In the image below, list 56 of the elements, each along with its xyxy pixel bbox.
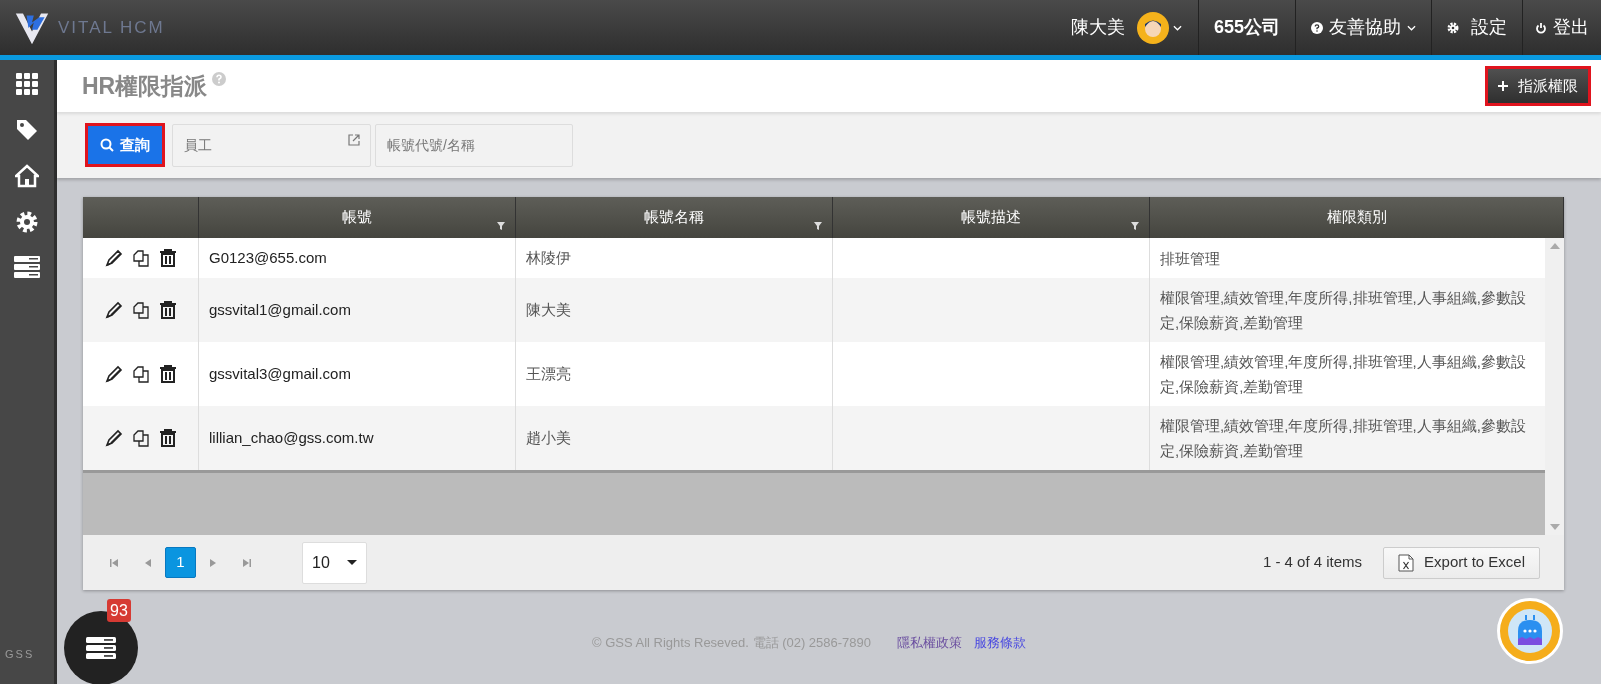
- copy-icon[interactable]: [131, 429, 150, 447]
- excel-file-icon: [1398, 553, 1415, 572]
- plus-icon: [1498, 81, 1508, 91]
- delete-icon[interactable]: [158, 249, 177, 267]
- filter-icon[interactable]: [814, 222, 822, 230]
- filter-icon[interactable]: [1131, 222, 1139, 230]
- tag-icon[interactable]: [15, 118, 39, 142]
- caret-icon[interactable]: [1172, 24, 1182, 31]
- logout-button[interactable]: 登出: [1523, 0, 1601, 55]
- edit-icon[interactable]: [104, 249, 123, 267]
- delete-icon[interactable]: [158, 365, 177, 383]
- brand-logo-text: GSS: [4, 648, 36, 660]
- table-cell-text: 權限管理,績效管理,年度所得,排班管理,人事組織,參數設定,保險薪資,差勤管理: [1159, 416, 1527, 461]
- delete-icon[interactable]: [158, 429, 177, 447]
- settings-icon[interactable]: [15, 210, 39, 234]
- table-cell-text: 排班管理: [1159, 248, 1221, 269]
- copy-icon[interactable]: [131, 301, 150, 319]
- account-field[interactable]: 帳號代號/名稱: [375, 123, 573, 167]
- copy-icon[interactable]: [131, 249, 150, 267]
- robot-icon: [1508, 609, 1552, 653]
- server-list-icon[interactable]: [14, 256, 40, 278]
- server-list-icon: [86, 637, 116, 659]
- avatar-icon[interactable]: [1136, 11, 1169, 44]
- copy-icon[interactable]: [131, 365, 150, 383]
- last-page-icon: [243, 558, 251, 567]
- footer-link[interactable]: 隱私權政策: [897, 632, 963, 652]
- help-icon: [1311, 21, 1323, 34]
- next-page-icon: [209, 558, 217, 567]
- employee-field[interactable]: 員工: [172, 123, 371, 167]
- delete-icon[interactable]: [158, 301, 177, 319]
- search-button[interactable]: 查詢: [88, 126, 162, 164]
- user-name[interactable]: 陳大美: [1070, 14, 1125, 41]
- export-excel-button[interactable]: Export to Excel: [1383, 546, 1540, 579]
- first-page-icon: [110, 558, 118, 567]
- filter-icon[interactable]: [497, 222, 505, 230]
- edit-icon[interactable]: [104, 365, 123, 383]
- power-icon: [1535, 21, 1547, 34]
- page-title: HR權限指派: [82, 71, 208, 101]
- settings-icon: [1447, 21, 1459, 34]
- external-link-icon[interactable]: [348, 133, 360, 146]
- previous-page-icon: [144, 558, 152, 567]
- footer-link[interactable]: 服務條款: [974, 632, 1027, 652]
- logo-text: VITAL HCM: [58, 16, 165, 39]
- edit-icon[interactable]: [104, 301, 123, 319]
- table-cell-text: 權限管理,績效管理,年度所得,排班管理,人事組織,參數設定,保險薪資,差勤管理: [1159, 352, 1527, 397]
- apps-grid-icon[interactable]: [15, 72, 39, 96]
- assign-permission-button[interactable]: 指派權限: [1488, 69, 1588, 103]
- search-icon: [100, 138, 114, 152]
- home-icon[interactable]: [15, 164, 39, 188]
- edit-icon[interactable]: [104, 429, 123, 447]
- caret-icon: [1407, 24, 1416, 31]
- pager-summary: 1 - 4 of 4 items: [1262, 552, 1363, 573]
- table-cell-text: 權限管理,績效管理,年度所得,排班管理,人事組織,參數設定,保險薪資,差勤管理: [1159, 288, 1527, 333]
- page-size-dropdown[interactable]: 10: [302, 541, 367, 584]
- notification-badge: 93: [107, 599, 131, 622]
- caret-icon: [347, 560, 357, 565]
